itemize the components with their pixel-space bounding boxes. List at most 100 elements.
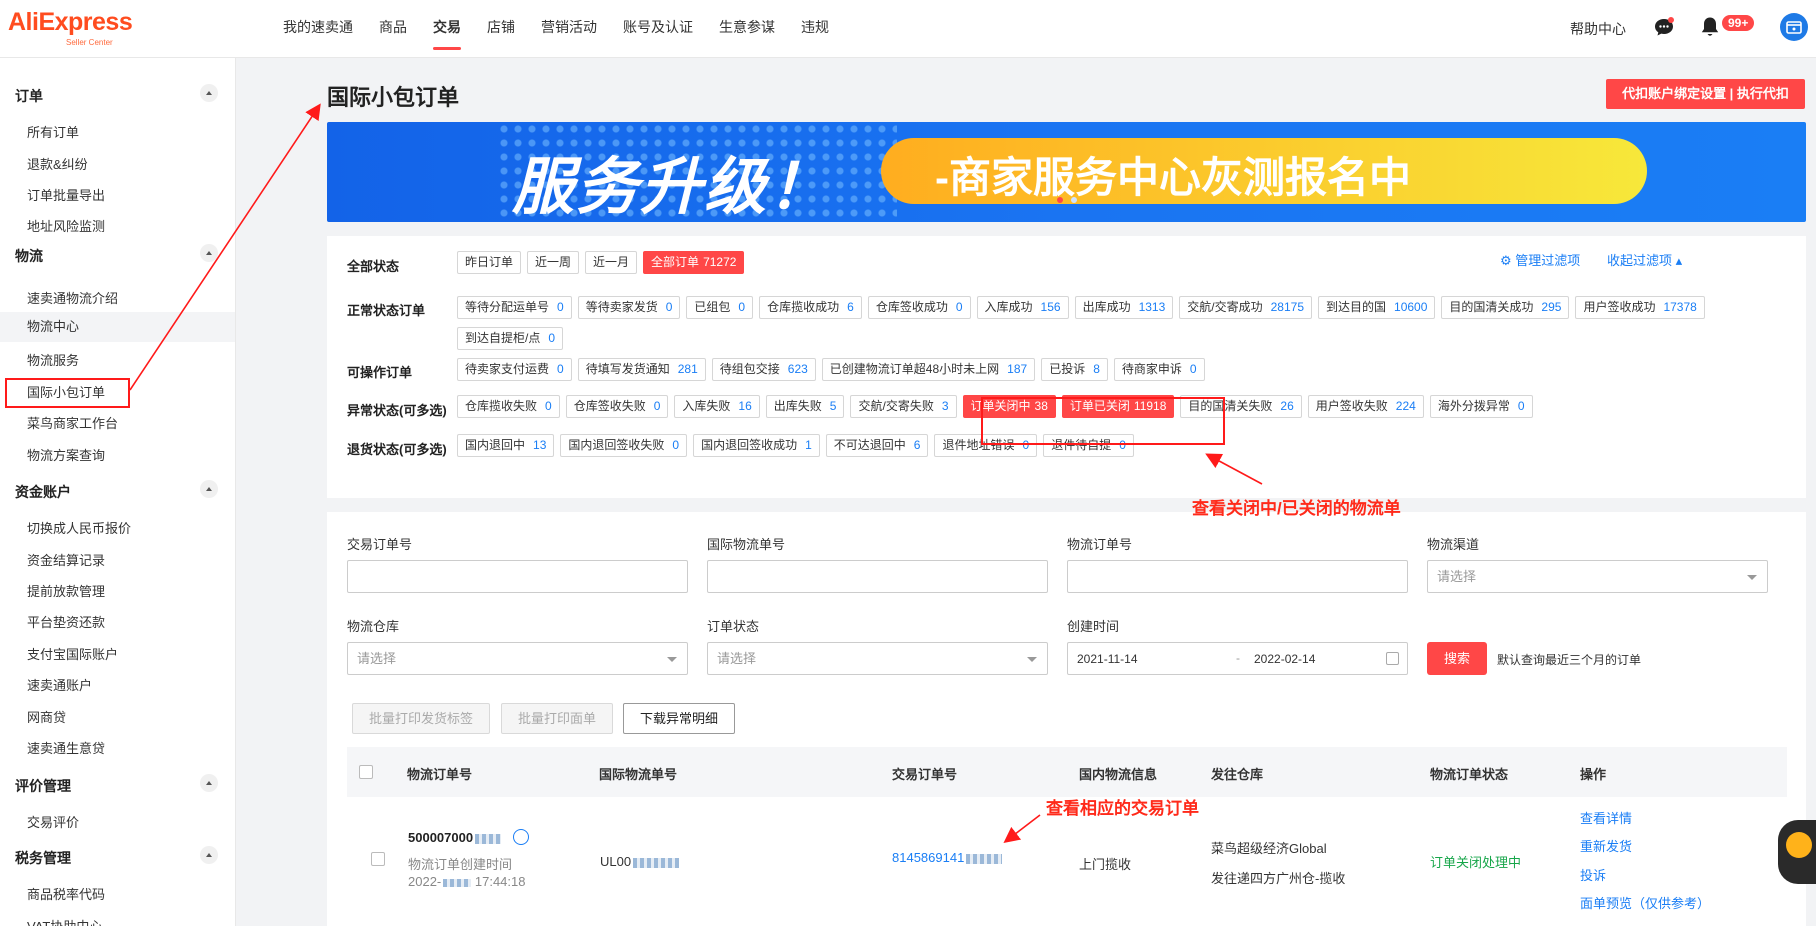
chat-icon[interactable]: [1654, 17, 1674, 37]
sidebar-item-rmb-quote[interactable]: 切换成人民币报价: [27, 518, 131, 537]
row-checkbox[interactable]: [371, 852, 385, 866]
filter-chip[interactable]: 仓库揽收失败 0: [457, 395, 560, 418]
promo-banner[interactable]: 服务升级！ -商家服务中心灰测报名中: [327, 122, 1806, 222]
sidebar-item-cainiao-workbench[interactable]: 菜鸟商家工作台: [27, 413, 118, 432]
sidebar-group-orders[interactable]: 订单: [0, 80, 235, 110]
sidebar-item-aliexpress-account[interactable]: 速卖通账户: [27, 675, 92, 694]
nav-violations[interactable]: 违规: [788, 0, 842, 58]
filter-chip[interactable]: 仓库签收成功 0: [867, 296, 971, 319]
batch-print-sheets-button[interactable]: 批量打印面单: [501, 703, 614, 734]
sidebar-group-reviews[interactable]: 评价管理: [0, 770, 235, 800]
filter-chip[interactable]: 出库失败 5: [765, 395, 845, 418]
filter-chip[interactable]: 出库成功 1313: [1074, 296, 1174, 319]
logistics-order-no[interactable]: 500007000: [408, 830, 502, 845]
nav-products[interactable]: 商品: [366, 0, 420, 58]
assistant-mascot-widget[interactable]: [1778, 820, 1816, 884]
filter-chip[interactable]: 交航/交寄失败 3: [850, 395, 957, 418]
collapse-icon[interactable]: [200, 84, 218, 102]
trade-order-no-input[interactable]: [347, 560, 688, 593]
filter-chip[interactable]: 入库成功 156: [976, 296, 1069, 319]
collapse-filters-link[interactable]: 收起过滤项 ▴: [1607, 250, 1682, 269]
sidebar-group-logistics[interactable]: 物流: [0, 240, 235, 270]
filter-chip[interactable]: 近一月: [585, 251, 638, 274]
filter-chip[interactable]: 等待分配运单号 0: [457, 296, 572, 319]
order-status-select[interactable]: 请选择: [707, 642, 1048, 675]
withhold-settings-button[interactable]: 代扣账户绑定设置 | 执行代扣: [1606, 79, 1805, 109]
complaint-link[interactable]: 投诉: [1580, 865, 1606, 884]
filter-chip[interactable]: 到达目的国 10600: [1318, 296, 1436, 319]
filter-chip[interactable]: 目的国清关成功 295: [1441, 296, 1570, 319]
filter-chip[interactable]: 到达自提柜/点 0: [457, 327, 564, 350]
sidebar-group-tax[interactable]: 税务管理: [0, 842, 235, 872]
sidebar-item-advance-repay[interactable]: 平台垫资还款: [27, 612, 105, 631]
label-preview-link[interactable]: 面单预览（仅供参考）: [1580, 893, 1710, 912]
download-abnormal-button[interactable]: 下载异常明细: [623, 703, 736, 734]
filter-chip[interactable]: 国内退回中 13: [457, 434, 555, 457]
filter-chip[interactable]: 国内退回签收失败 0: [560, 434, 688, 457]
sidebar-item-refunds[interactable]: 退款&纠纷: [27, 154, 88, 173]
sidebar-item-address-risk[interactable]: 地址风险监测: [27, 216, 105, 235]
contact-buyer-icon[interactable]: [513, 829, 529, 845]
carousel-dot-active[interactable]: [1057, 197, 1063, 203]
trade-order-link[interactable]: 8145869141: [892, 850, 1003, 865]
sidebar-item-logistics-center[interactable]: 物流中心: [0, 312, 235, 342]
nav-marketing[interactable]: 营销活动: [528, 0, 610, 58]
sidebar-item-early-release[interactable]: 提前放款管理: [27, 581, 105, 600]
sidebar-item-vat-center[interactable]: VAT协助中心: [27, 916, 102, 926]
filter-chip[interactable]: 海外分拨异常 0: [1429, 395, 1533, 418]
filter-chip[interactable]: 仓库签收失败 0: [565, 395, 669, 418]
view-details-link[interactable]: 查看详情: [1580, 808, 1632, 827]
collapse-icon[interactable]: [200, 774, 218, 792]
filter-chip[interactable]: 待卖家支付运费 0: [457, 358, 572, 381]
nav-account[interactable]: 账号及认证: [610, 0, 706, 58]
created-time-range-picker[interactable]: 2021-11-14 - 2022-02-14: [1067, 642, 1408, 675]
nav-trade[interactable]: 交易: [420, 0, 474, 58]
filter-chip[interactable]: 入库失败 16: [674, 395, 760, 418]
user-avatar[interactable]: [1780, 13, 1808, 41]
select-all-checkbox[interactable]: [359, 765, 373, 779]
help-center-link[interactable]: 帮助中心: [1570, 19, 1626, 39]
sidebar-item-business-loan[interactable]: 速卖通生意贷: [27, 738, 105, 757]
filter-chip[interactable]: 国内退回签收成功 1: [693, 434, 820, 457]
sidebar-item-settlement[interactable]: 资金结算记录: [27, 550, 105, 569]
aliexpress-logo[interactable]: AliExpress Seller Center: [8, 8, 133, 47]
reship-link[interactable]: 重新发货: [1580, 836, 1632, 855]
sidebar-item-bulk-export[interactable]: 订单批量导出: [27, 185, 105, 204]
filter-chip[interactable]: 等待卖家发货 0: [577, 296, 681, 319]
filter-chip[interactable]: 已投诉 8: [1041, 358, 1108, 381]
sidebar-item-logistics-intro[interactable]: 速卖通物流介绍: [27, 288, 118, 307]
sidebar-item-logistics-service[interactable]: 物流服务: [27, 350, 79, 369]
filter-chip[interactable]: 不可达退回中 6: [825, 434, 929, 457]
filter-chip[interactable]: 待商家申诉 0: [1113, 358, 1205, 381]
batch-print-labels-button[interactable]: 批量打印发货标签: [352, 703, 491, 734]
bell-icon[interactable]: [1700, 16, 1720, 38]
warehouse-select[interactable]: 请选择: [347, 642, 688, 675]
sidebar-item-trade-reviews[interactable]: 交易评价: [27, 812, 79, 831]
nav-my-aliexpress[interactable]: 我的速卖通: [270, 0, 366, 58]
filter-chip[interactable]: 昨日订单: [457, 251, 522, 274]
search-button[interactable]: 搜索: [1427, 642, 1487, 675]
filter-chip[interactable]: 近一周: [527, 251, 580, 274]
collapse-icon[interactable]: [200, 480, 218, 498]
filter-chip[interactable]: 已组包 0: [686, 296, 754, 319]
logistics-channel-select[interactable]: 请选择: [1427, 560, 1768, 593]
filter-chip[interactable]: 仓库揽收成功 6: [759, 296, 862, 319]
intl-tracking-no-input[interactable]: [707, 560, 1048, 593]
sidebar-item-logistics-plan[interactable]: 物流方案查询: [27, 445, 105, 464]
nav-store[interactable]: 店铺: [474, 0, 528, 58]
collapse-icon[interactable]: [200, 244, 218, 262]
filter-chip[interactable]: 待填写发货通知 281: [577, 358, 706, 381]
filter-chip[interactable]: 全部订单 71272: [643, 251, 745, 274]
filter-chip[interactable]: 交航/交寄成功 28175: [1179, 296, 1312, 319]
filter-chip[interactable]: 已创建物流订单超48小时未上网 187: [821, 358, 1036, 381]
filter-chip[interactable]: 用户签收成功 17378: [1575, 296, 1705, 319]
collapse-icon[interactable]: [200, 846, 218, 864]
manage-filters-link[interactable]: ⚙ 管理过滤项: [1500, 250, 1580, 269]
nav-business-advisor[interactable]: 生意参谋: [706, 0, 788, 58]
logistics-order-no-input[interactable]: [1067, 560, 1408, 593]
carousel-dot[interactable]: [1071, 197, 1077, 203]
filter-chip[interactable]: 用户签收失败 224: [1307, 395, 1424, 418]
sidebar-item-alipay-intl[interactable]: 支付宝国际账户: [27, 644, 118, 663]
sidebar-item-tax-codes[interactable]: 商品税率代码: [27, 884, 105, 903]
sidebar-item-mybank-loan[interactable]: 网商贷: [27, 707, 66, 726]
